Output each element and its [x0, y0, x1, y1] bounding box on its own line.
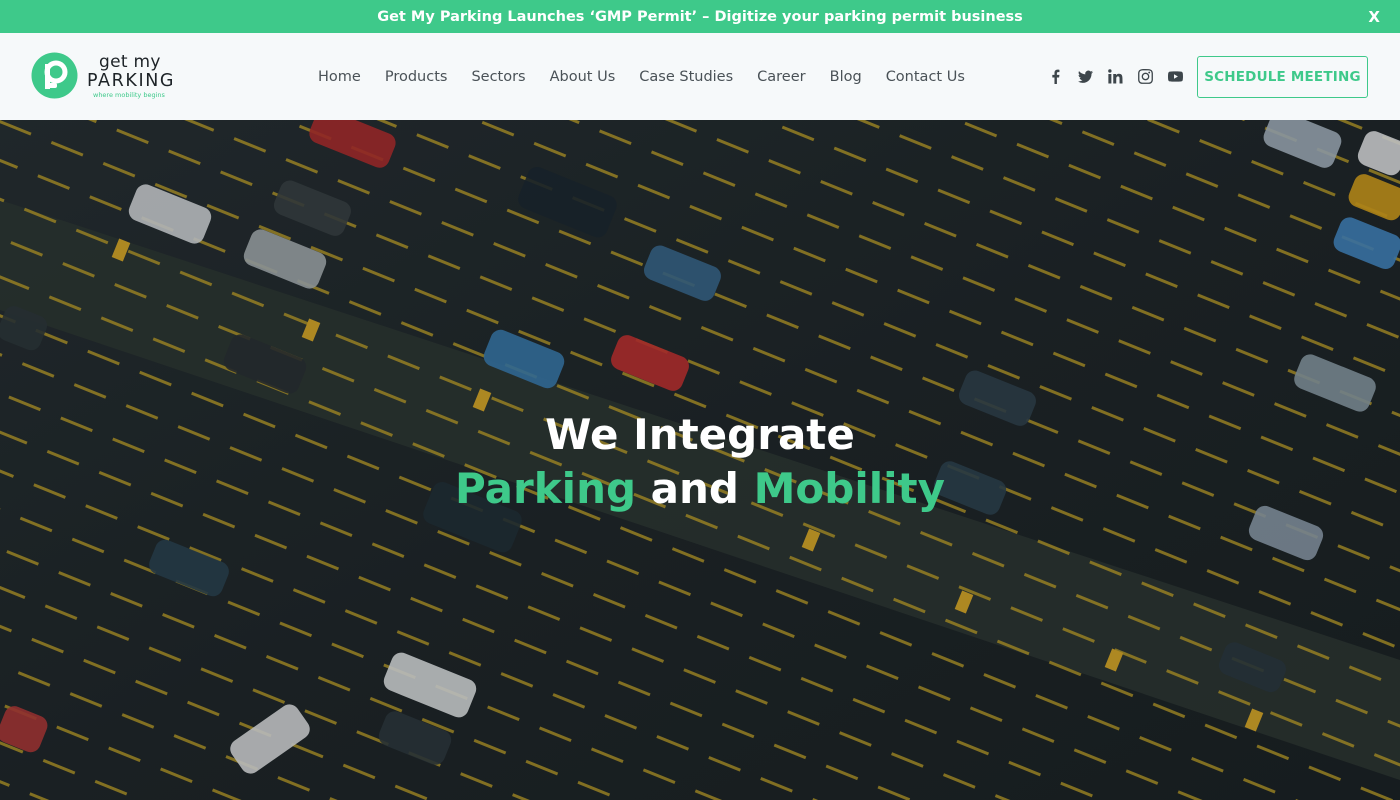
- linkedin-icon[interactable]: [1106, 68, 1124, 86]
- nav-about-us[interactable]: About Us: [550, 69, 616, 85]
- site-header: get my PARKING where mobility begins Hom…: [0, 33, 1400, 120]
- main-nav: Home Products Sectors About Us Case Stud…: [318, 33, 989, 120]
- twitter-icon[interactable]: [1076, 68, 1094, 86]
- schedule-meeting-button[interactable]: SCHEDULE MEETING: [1197, 56, 1368, 98]
- hero-word-and: and: [650, 464, 739, 513]
- logo-mark-icon: [31, 52, 78, 99]
- logo-line1: get my: [99, 52, 161, 72]
- close-announcement-button[interactable]: X: [1368, 8, 1380, 26]
- hero-line2: Parking and Mobility: [0, 462, 1400, 516]
- youtube-icon[interactable]: [1166, 68, 1184, 86]
- nav-career[interactable]: Career: [757, 69, 805, 85]
- hero-headline: We Integrate Parking and Mobility: [0, 408, 1400, 516]
- hero-word-mobility: Mobility: [753, 464, 945, 513]
- logo[interactable]: get my PARKING where mobility begins: [31, 52, 173, 102]
- nav-home[interactable]: Home: [318, 69, 361, 85]
- announcement-bar: Get My Parking Launches ‘GMP Permit’ – D…: [0, 0, 1400, 33]
- hero-word-parking: Parking: [455, 464, 637, 513]
- announcement-text[interactable]: Get My Parking Launches ‘GMP Permit’ – D…: [377, 9, 1023, 25]
- facebook-icon[interactable]: [1046, 68, 1064, 86]
- instagram-icon[interactable]: [1136, 68, 1154, 86]
- nav-contact-us[interactable]: Contact Us: [886, 69, 965, 85]
- hero-line1: We Integrate: [545, 410, 855, 459]
- social-links: [1046, 33, 1196, 120]
- hero-section: We Integrate Parking and Mobility: [0, 120, 1400, 800]
- nav-blog[interactable]: Blog: [830, 69, 862, 85]
- nav-sectors[interactable]: Sectors: [471, 69, 525, 85]
- nav-products[interactable]: Products: [385, 69, 448, 85]
- logo-line2: PARKING: [87, 71, 176, 91]
- nav-case-studies[interactable]: Case Studies: [639, 69, 733, 85]
- logo-tagline: where mobility begins: [93, 91, 165, 99]
